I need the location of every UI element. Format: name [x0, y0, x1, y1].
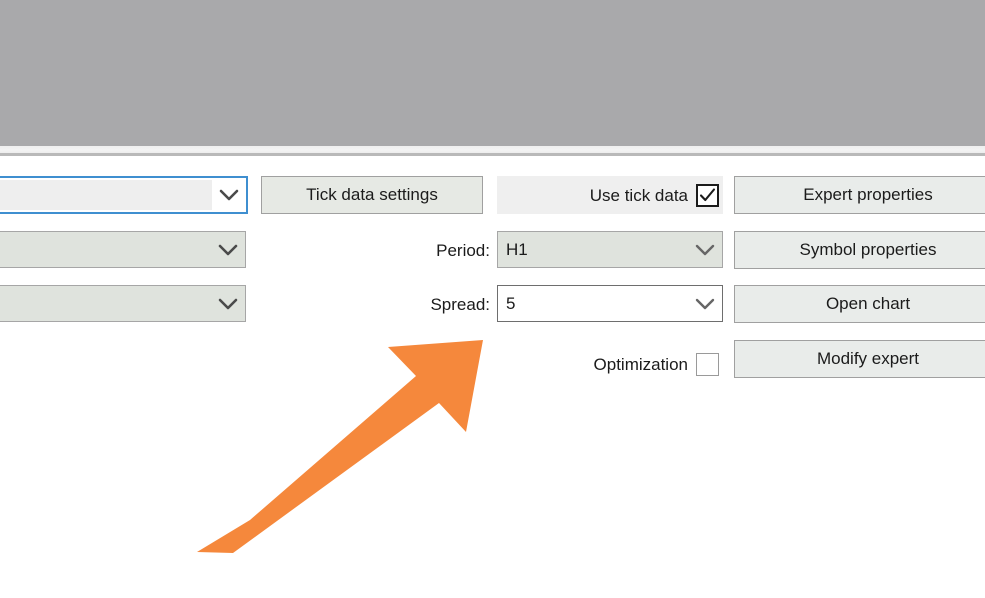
tick-data-settings-label: Tick data settings: [306, 185, 438, 204]
checkmark-icon: [699, 187, 716, 201]
optimization-checkbox[interactable]: [696, 352, 719, 376]
window-top-chrome: [0, 0, 985, 146]
spread-label: Spread:: [430, 295, 490, 314]
use-tick-data-checkbox[interactable]: [696, 183, 719, 207]
open-chart-button[interactable]: Open chart: [734, 285, 985, 323]
optimization-row[interactable]: Optimization: [497, 345, 723, 383]
symbol-combo-value: [0, 180, 212, 210]
chevron-down-icon[interactable]: [211, 286, 245, 321]
app-window: Tick data settings Use tick data Period:…: [0, 0, 985, 598]
spread-combo-value: 5: [506, 295, 516, 312]
symbol-properties-button[interactable]: Symbol properties: [734, 231, 985, 269]
chevron-down-icon[interactable]: [211, 232, 245, 267]
expert-properties-label: Expert properties: [803, 185, 933, 204]
period-label: Period:: [436, 241, 490, 260]
use-tick-data-label: Use tick data: [589, 185, 688, 205]
chevron-down-icon[interactable]: [688, 232, 722, 267]
symbol-properties-label: Symbol properties: [799, 240, 937, 259]
period-combo[interactable]: H1: [497, 231, 723, 268]
optimization-label: Optimization: [593, 354, 688, 374]
modify-expert-button[interactable]: Modify expert: [734, 340, 985, 378]
modify-expert-label: Modify expert: [816, 349, 920, 368]
use-tick-data-row[interactable]: Use tick data: [497, 176, 723, 214]
period-combo-value: H1: [506, 241, 528, 258]
chevron-down-icon[interactable]: [212, 178, 246, 212]
toolbar-strip: [0, 146, 985, 153]
tick-data-settings-button[interactable]: Tick data settings: [261, 176, 483, 214]
model-combo[interactable]: [0, 231, 246, 268]
chevron-down-icon[interactable]: [688, 286, 722, 321]
date-combo[interactable]: [0, 285, 246, 322]
symbol-combo[interactable]: [0, 176, 248, 214]
open-chart-label: Open chart: [825, 294, 911, 313]
expert-properties-button[interactable]: Expert properties: [734, 176, 985, 214]
spread-combo[interactable]: 5: [497, 285, 723, 322]
